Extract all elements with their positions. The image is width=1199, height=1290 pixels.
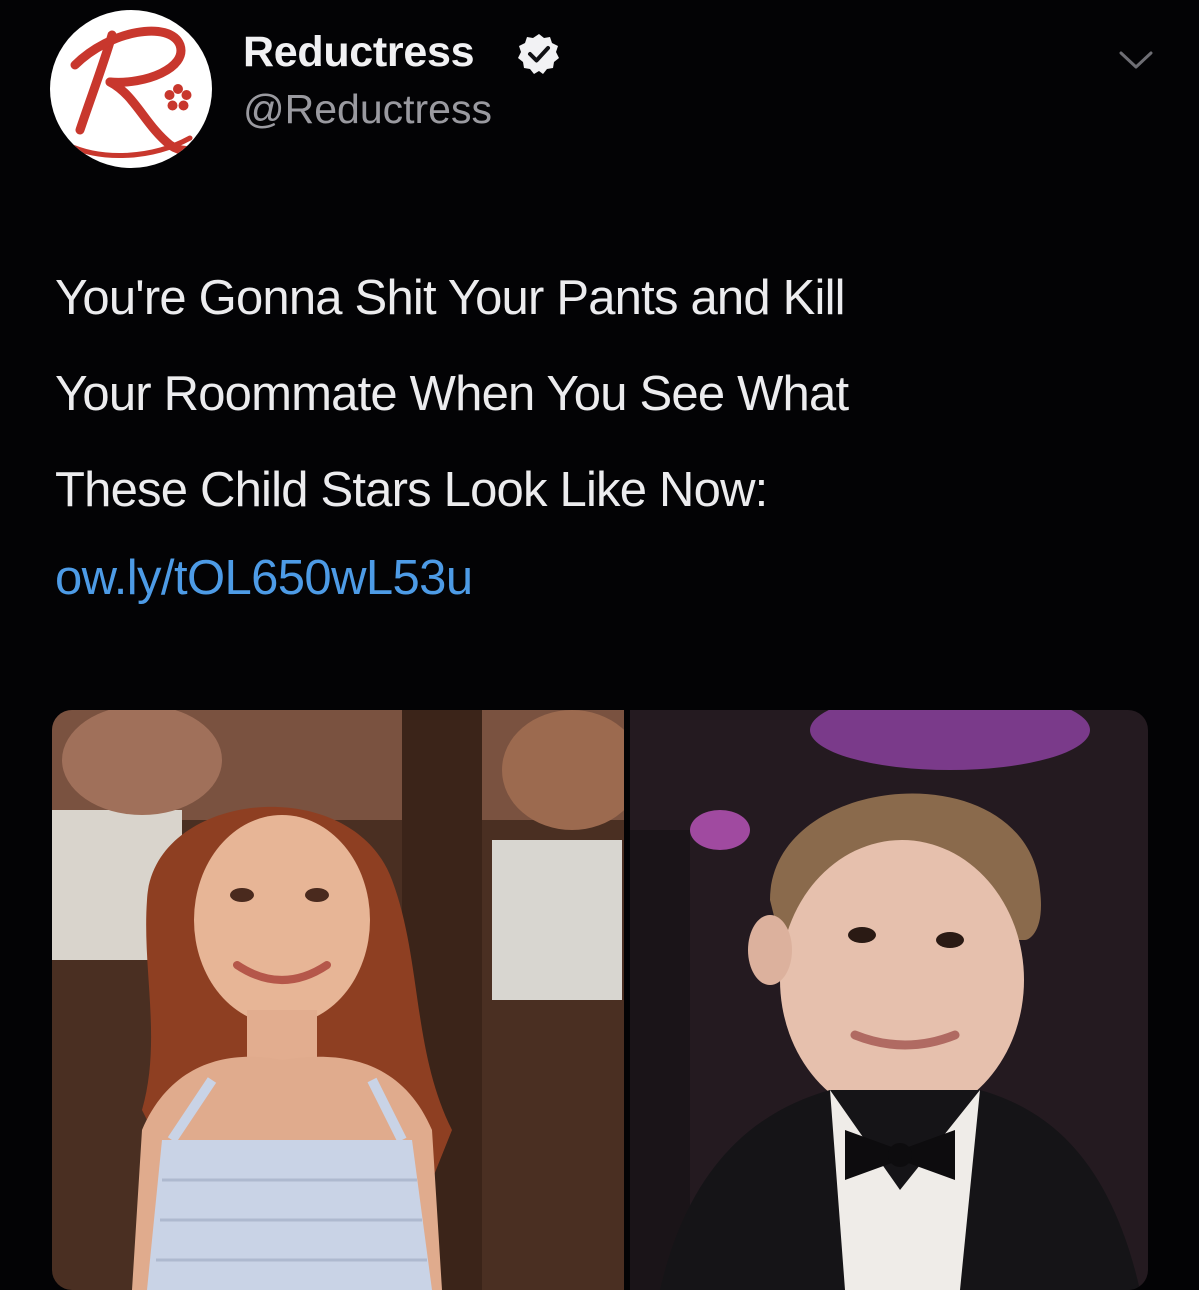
author-handle[interactable]: @Reductress (243, 86, 492, 133)
tweet-text-line: Your Roommate When You See What (55, 367, 849, 421)
tweet-text-line: You're Gonna Shit Your Pants and Kill (55, 271, 846, 325)
author-display-name[interactable]: Reductress (243, 28, 475, 77)
tweet-text-line: These Child Stars Look Like Now: (55, 463, 768, 517)
tweet-link[interactable]: ow.ly/tOL650wL53u (55, 550, 473, 606)
tweet-card: Reductress @Reductress You're Gonna Shit… (0, 0, 1199, 1290)
reductress-logo-icon (65, 26, 210, 158)
profile-avatar[interactable] (50, 10, 212, 168)
chevron-down-icon[interactable] (1117, 48, 1155, 72)
tweet-text: You're Gonna Shit Your Pants and Kill Yo… (55, 250, 1175, 538)
photo-girl-red-hair[interactable] (52, 710, 624, 1290)
photo-boy-tuxedo[interactable] (630, 710, 1148, 1290)
tweet-media[interactable] (52, 710, 1148, 1290)
verified-badge-icon (518, 34, 559, 74)
